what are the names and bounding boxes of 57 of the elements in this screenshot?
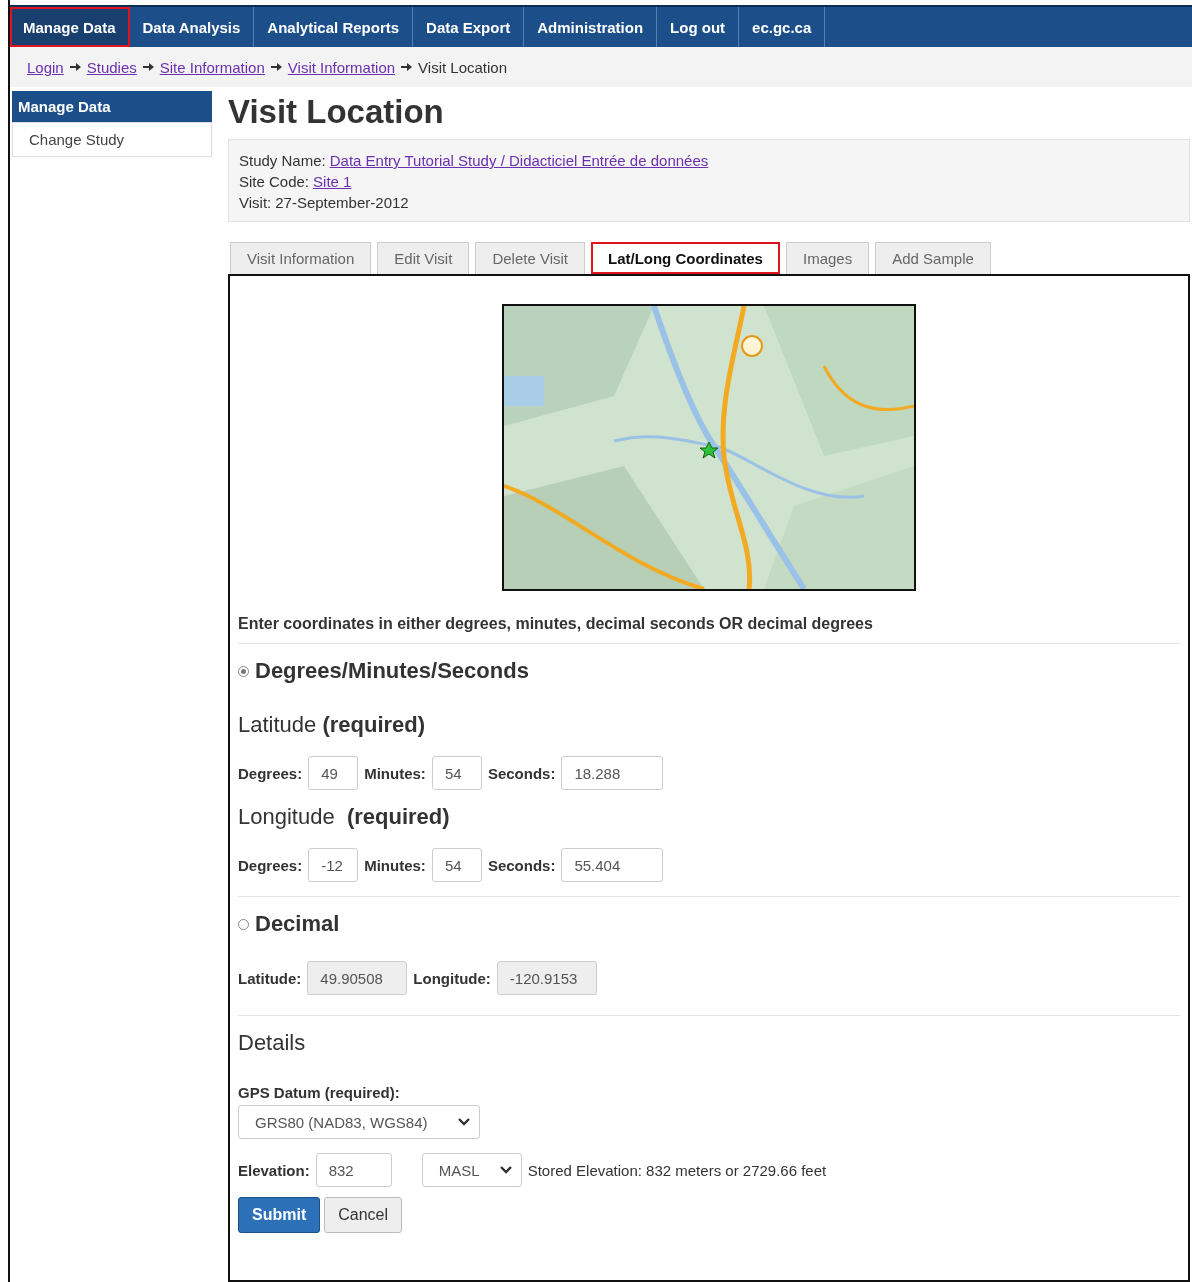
field-label: Degrees: [238,856,303,874]
instructions-text: Enter coordinates in either degrees, minutes, decimal seconds OR decimal degrees [238,615,1180,644]
chevron-down-icon [498,1165,513,1175]
input-field[interactable]: 49 [308,756,359,790]
tab[interactable]: Delete Visit [475,242,585,274]
input-field[interactable]: -12 [308,848,359,882]
subsection-heading: Details [238,1030,306,1055]
input-field[interactable]: 18.288 [561,756,664,790]
info-value: 27-September-2012 [275,194,409,211]
field-label: Degrees: [238,764,303,782]
arrow-right-icon [142,63,154,71]
breadcrumb-link[interactable]: Studies [86,58,137,76]
page-title: Visit Location [228,93,445,131]
arrow-right-icon [69,63,81,71]
field-label: Seconds: [487,764,556,782]
sidebar-item[interactable]: Change Study [12,122,212,157]
breadcrumb-link[interactable]: Visit Information [287,58,396,76]
info-label: Visit: [239,194,272,211]
cancel-button[interactable]: Cancel [324,1197,403,1233]
info-link[interactable]: Data Entry Tutorial Study / Didacticiel Entrée de données [329,152,709,169]
tab[interactable]: Edit Visit [377,242,470,274]
field-label: Latitude: [238,969,302,987]
field-label: GPS Datum (required): [238,1084,401,1101]
nav-menu-item[interactable]: Manage Data [10,7,130,47]
field-label: Minutes: [364,856,426,874]
breadcrumb-link[interactable]: Site Information [159,58,265,76]
section-heading: Degrees/Minutes/Seconds [255,658,529,684]
submit-button[interactable]: Submit [238,1197,321,1233]
sidebar-header: Manage Data [12,91,212,122]
field-label: Longitude: [413,969,491,987]
chevron-down-icon [457,1117,471,1127]
section-heading: Decimal [255,911,340,937]
field-label: Elevation: [238,1161,310,1179]
select-field[interactable]: GRS80 (NAD83, WGS84) [238,1105,480,1139]
breadcrumb-link[interactable]: Login [27,58,64,76]
field-label: Minutes: [364,764,426,782]
arrow-right-icon [401,63,413,71]
select-field[interactable]: MASL [421,1153,522,1187]
subsection-heading: Latitude (required) [238,712,426,737]
input-field[interactable]: 55.404 [561,848,664,882]
radio-button[interactable] [238,665,249,677]
tab[interactable]: Images [785,242,870,274]
input-field[interactable]: 54 [431,756,482,790]
tab[interactable]: Visit Information [230,242,372,274]
info-label: Site Code: [239,173,310,190]
info-label: Study Name: [239,152,326,169]
arrow-right-icon [270,63,282,71]
tab[interactable]: Add Sample [875,242,991,274]
current-page-text: Visit Location [418,58,508,76]
info-link[interactable]: Site 1 [313,173,352,190]
input-field[interactable]: 832 [315,1153,392,1187]
radio-button[interactable] [238,918,249,930]
input-field[interactable]: 54 [431,848,482,882]
field-label: Seconds: [487,856,556,874]
subsection-heading: Longitude (required) [238,804,450,829]
stored-elevation-text: Stored Elevation: 832 meters or 2729.66 feet [527,1161,827,1179]
tab[interactable]: Lat/Long Coordinates [590,242,780,274]
